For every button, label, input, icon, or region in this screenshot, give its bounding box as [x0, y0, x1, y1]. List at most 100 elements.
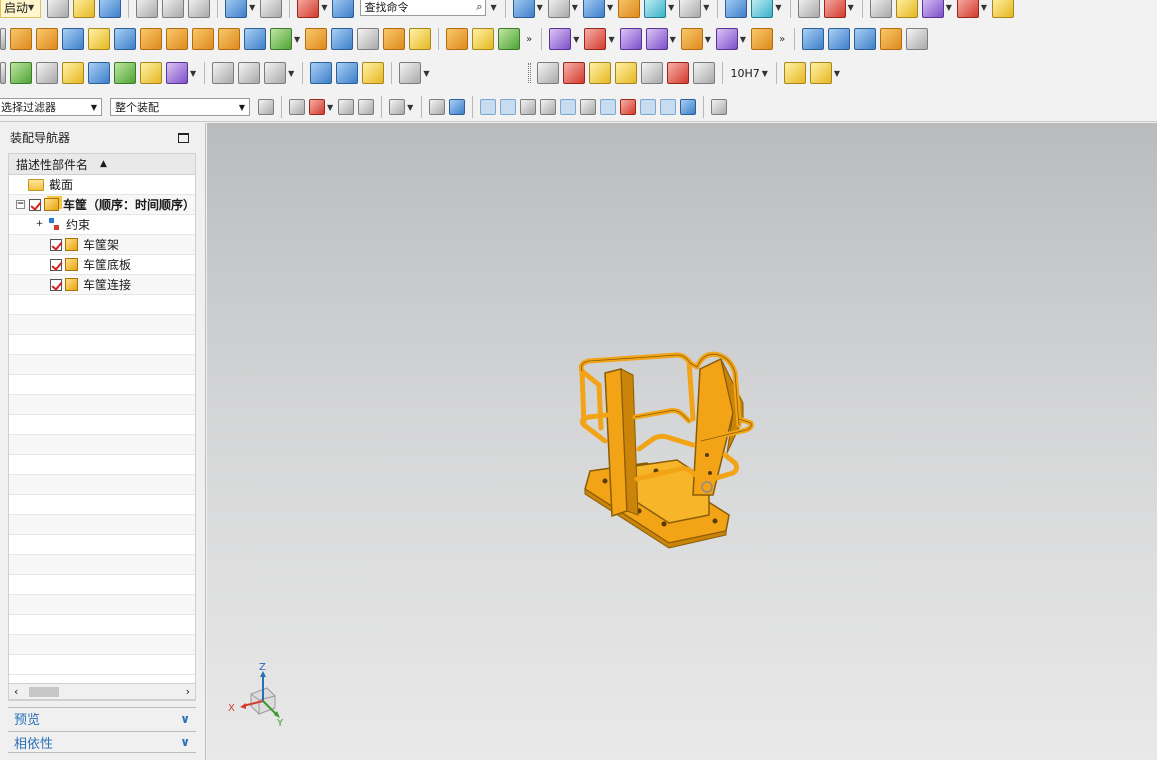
analysis-icon[interactable]: [895, 0, 918, 18]
undo-icon[interactable]: [225, 0, 248, 18]
chevron-down-icon[interactable]: ∨: [180, 712, 190, 726]
view-triad[interactable]: Z X Y: [228, 662, 284, 729]
sphere-icon[interactable]: [140, 28, 162, 50]
surface-finish-icon[interactable]: [809, 62, 832, 84]
tree-row-component[interactable]: 车筐连接: [9, 275, 195, 295]
paste-icon[interactable]: [188, 0, 211, 18]
layer-icon[interactable]: [10, 62, 32, 84]
intersect-select-icon[interactable]: [358, 99, 375, 115]
spline-icon[interactable]: [238, 62, 261, 84]
replace-component-icon[interactable]: [680, 28, 703, 50]
new-file-icon[interactable]: [47, 0, 70, 18]
select-feature-icon[interactable]: [289, 99, 305, 115]
visibility-checkbox[interactable]: [29, 198, 41, 211]
ruler-icon[interactable]: [992, 0, 1015, 18]
hole-icon[interactable]: [166, 28, 188, 50]
swept-icon[interactable]: [854, 28, 877, 50]
curve-icon[interactable]: [212, 62, 235, 84]
snap-intersection-icon[interactable]: [560, 99, 577, 115]
boss-icon[interactable]: [192, 28, 214, 50]
maximize-icon[interactable]: [178, 133, 189, 143]
grid-icon[interactable]: [589, 62, 612, 84]
open-folder-icon[interactable]: [73, 0, 96, 18]
snap-midpoint-icon[interactable]: [500, 99, 517, 115]
bearing-icon[interactable]: [362, 62, 385, 84]
motion-icon[interactable]: [921, 0, 944, 18]
section-view-icon[interactable]: [644, 0, 667, 18]
visibility-checkbox[interactable]: [50, 278, 62, 291]
sort-ascending-icon[interactable]: ▲: [100, 159, 107, 169]
surface-icon[interactable]: [802, 28, 825, 50]
offset-face-icon[interactable]: [446, 28, 469, 50]
shaded-icon[interactable]: [618, 0, 641, 18]
analysis-shape-icon[interactable]: [906, 28, 929, 50]
wcs-icon[interactable]: [823, 0, 846, 18]
tree-row-component[interactable]: 车筐底板: [9, 255, 195, 275]
tree-row-constraints[interactable]: + 约束: [9, 215, 195, 235]
snap-center-icon[interactable]: [600, 99, 617, 115]
snap-point-icon[interactable]: [640, 99, 657, 115]
move-component-icon[interactable]: [725, 0, 748, 18]
csys-icon[interactable]: [297, 0, 320, 18]
expand-icon[interactable]: +: [35, 220, 44, 229]
tree-row-sections[interactable]: 截面: [9, 175, 195, 195]
shell-icon[interactable]: [357, 28, 380, 50]
bend-icon[interactable]: [114, 62, 136, 84]
thread-icon[interactable]: [310, 62, 333, 84]
weld-icon[interactable]: [88, 62, 110, 84]
component-array-icon[interactable]: [645, 28, 668, 50]
weld-symbol-icon[interactable]: [783, 62, 806, 84]
scrollbar-thumb[interactable]: [29, 687, 59, 697]
copy-icon[interactable]: [162, 0, 185, 18]
draft-icon[interactable]: [383, 28, 406, 50]
tree-row-component[interactable]: 车筐架: [9, 235, 195, 255]
bike-basket-model[interactable]: [578, 351, 754, 549]
dependency-panel-header[interactable]: 相依性 ∨: [8, 731, 196, 753]
sequence-icon[interactable]: [751, 28, 774, 50]
fastener-icon[interactable]: [399, 62, 422, 84]
snap-curve-icon[interactable]: [540, 99, 557, 115]
revolve-icon[interactable]: [36, 28, 58, 50]
note-icon[interactable]: [62, 62, 84, 84]
new-component-icon[interactable]: [584, 28, 607, 50]
trim-body-icon[interactable]: [409, 28, 432, 50]
triangle-icon[interactable]: [537, 62, 560, 84]
flange-icon[interactable]: [140, 62, 162, 84]
line-icon[interactable]: [264, 62, 287, 84]
face-icon[interactable]: [498, 28, 521, 50]
model-canvas[interactable]: Z X Y: [207, 123, 1157, 760]
snap-quadrant-icon[interactable]: [620, 99, 637, 115]
edge-blend-icon[interactable]: [305, 28, 328, 50]
start-button[interactable]: 启动 ▼: [0, 0, 42, 18]
select-components-icon[interactable]: [449, 99, 466, 115]
tolerance-label[interactable]: 10H7: [730, 67, 759, 80]
thicken-icon[interactable]: [472, 28, 495, 50]
cone-icon[interactable]: [114, 28, 136, 50]
spring-icon[interactable]: [336, 62, 359, 84]
chevron-down-icon[interactable]: ∨: [180, 735, 190, 749]
union-select-icon[interactable]: [338, 99, 355, 115]
block-icon[interactable]: [62, 28, 84, 50]
snap-endpoint-icon[interactable]: [480, 99, 497, 115]
annotation-icon[interactable]: [641, 62, 664, 84]
render-style-icon[interactable]: [547, 0, 570, 18]
snap-tangent-icon[interactable]: [580, 99, 597, 115]
graphics-window[interactable]: Z X Y: [207, 123, 1157, 760]
visibility-checkbox[interactable]: [50, 238, 62, 251]
pattern-icon[interactable]: [218, 28, 240, 50]
assembly-constraint-icon[interactable]: [751, 0, 774, 18]
save-icon[interactable]: [99, 0, 122, 18]
grid-snap-icon[interactable]: [711, 99, 728, 115]
search-icon[interactable]: ⌕: [476, 0, 482, 14]
visibility-checkbox[interactable]: [50, 258, 62, 271]
tree-row-assembly[interactable]: − 车筐（顺序：时间顺序）: [9, 195, 195, 215]
mesh-surface-icon[interactable]: [828, 28, 851, 50]
scroll-right-icon[interactable]: ›: [186, 685, 190, 698]
subtract-icon[interactable]: [270, 28, 292, 50]
linear-dim-icon[interactable]: [693, 62, 716, 84]
studio-surface-icon[interactable]: [880, 28, 903, 50]
snap-icon[interactable]: [956, 0, 979, 18]
unite-icon[interactable]: [244, 28, 266, 50]
exploded-view-icon[interactable]: [715, 28, 738, 50]
dimension-icon[interactable]: [667, 62, 690, 84]
